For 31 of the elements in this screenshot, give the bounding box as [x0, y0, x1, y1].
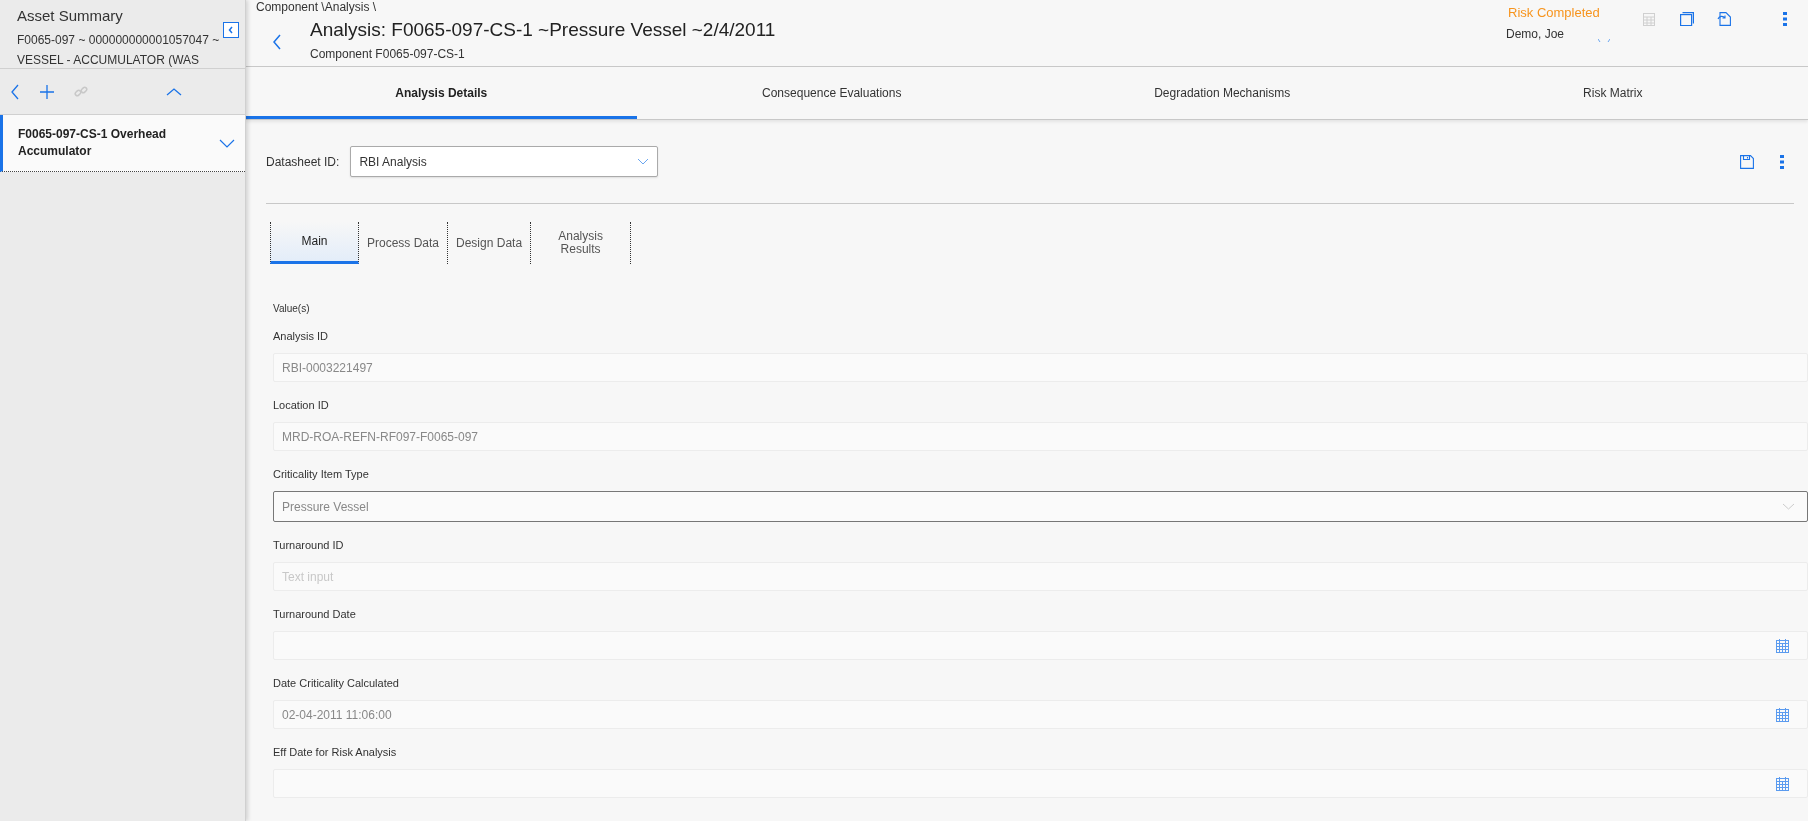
field-label: Criticality Item Type	[273, 467, 370, 481]
subtab[interactable]: Main	[270, 222, 359, 264]
field-label: Turnaround Date	[273, 607, 357, 621]
field-label: Turnaround ID	[273, 538, 345, 552]
tab[interactable]: Degradation Mechanisms	[1027, 67, 1418, 119]
status-label: Risk Completed	[1508, 4, 1600, 22]
asset-description: VESSEL - ACCUMULATOR (WAS	[17, 52, 201, 68]
tab[interactable]: Analysis Details	[246, 67, 637, 119]
tab[interactable]: Risk Matrix	[1417, 67, 1808, 119]
date-field[interactable]: 02-04-2011 11:06:00	[273, 700, 1808, 729]
tab[interactable]: Consequence Evaluations	[636, 67, 1027, 119]
section-label: Value(s)	[273, 302, 311, 316]
asset-description: F0065-097 ~ 000000000001057047 ~	[17, 32, 221, 49]
subtab[interactable]: Design Data	[448, 222, 532, 264]
datasheet-label: Datasheet ID:	[266, 153, 340, 171]
sidebar-title: Asset Summary	[17, 6, 124, 26]
field-label: Eff Date for Risk Analysis	[273, 745, 398, 759]
subtab[interactable]: Analysis Results	[531, 222, 632, 264]
text-field[interactable]: MRD-ROA-REFN-RF097-F0065-097	[273, 422, 1808, 451]
field-label: Date Criticality Calculated	[273, 676, 400, 690]
field-label: Analysis ID	[273, 329, 330, 343]
page-subtitle: Component F0065-097-CS-1	[310, 46, 466, 62]
tree-item[interactable]: F0065-097-CS-1 Overhead Accumulator	[0, 115, 245, 172]
user-name: Demo, Joe	[1506, 26, 1566, 42]
datasheet-select[interactable]: RBI Analysis	[350, 146, 659, 177]
page-title: Analysis: F0065-097-CS-1 ~Pressure Vessel ~2/4/2011	[310, 18, 776, 42]
field-label: Location ID	[273, 398, 330, 412]
select-field[interactable]: Pressure Vessel	[273, 491, 1808, 522]
subtab[interactable]: Process Data	[359, 222, 449, 264]
breadcrumb: Component \Analysis \	[256, 0, 377, 14]
text-field[interactable]: RBI-0003221497	[273, 353, 1808, 382]
